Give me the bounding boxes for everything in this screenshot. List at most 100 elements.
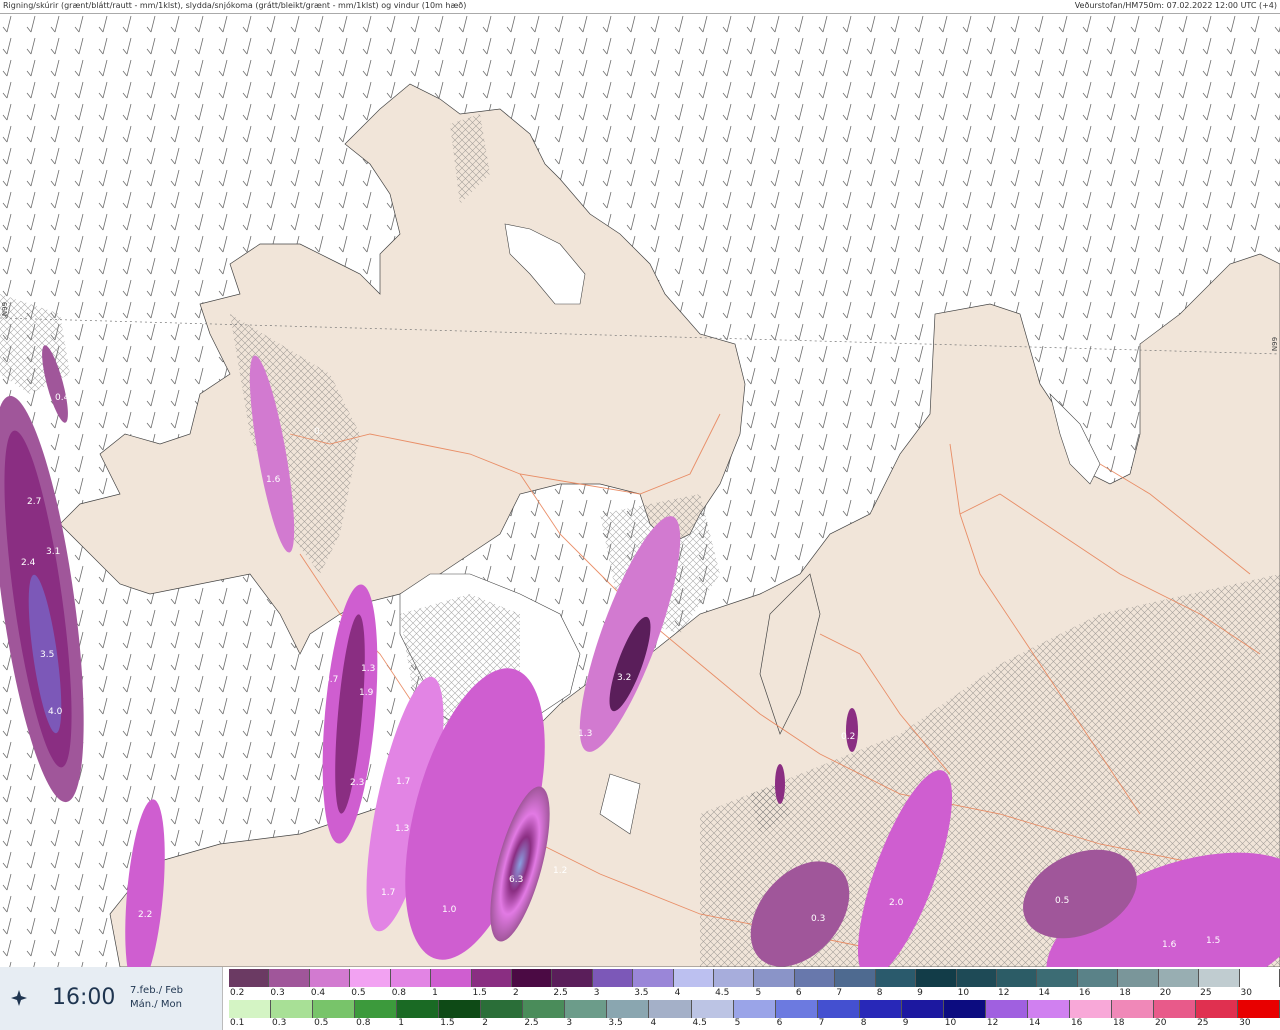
snow_scale-label: 0.4 — [310, 988, 326, 998]
rain_scale-swatch — [1111, 1000, 1155, 1018]
precip-label: 1.2 — [553, 866, 567, 876]
rain_scale-swatch — [1154, 1000, 1197, 1018]
snow_scale-swatch — [269, 969, 310, 987]
rain-color-scale — [229, 1000, 1280, 1018]
snow_scale-label: 1.5 — [472, 988, 487, 998]
map-canvas: 0.4 0. 2.7 3.1 2.4 3.5 4.0 1.6 1.3 0.7 1… — [0, 14, 1280, 1016]
precip-label: 0.5 — [1055, 896, 1069, 906]
snow_scale-swatch — [229, 969, 270, 987]
rain_scale-label: 12 — [986, 1018, 999, 1028]
model-run-info: Veðurstofan/HM750m: 07.02.2022 12:00 UTC… — [1074, 1, 1277, 10]
snow_scale-swatch — [997, 969, 1038, 987]
snow_scale-label: 4 — [674, 988, 681, 998]
snow_scale-swatch — [673, 969, 715, 987]
snow_scale-label: 1 — [432, 988, 438, 998]
rain_scale-swatch — [985, 1000, 1028, 1018]
rain_scale-swatch — [817, 1000, 860, 1018]
snow_scale-label: 2 — [512, 988, 519, 998]
precip-label: 0.4 — [55, 393, 70, 403]
rain_scale-swatch — [565, 1000, 608, 1018]
precip-label: 1.6 — [266, 475, 281, 485]
snow_scale-label: 25 — [1200, 988, 1212, 998]
precip-label: 1.9 — [359, 688, 374, 698]
rain_scale-swatch — [229, 1000, 272, 1018]
rain_scale-swatch — [733, 1000, 776, 1018]
snow_scale-swatch — [633, 969, 674, 987]
snow_scale-swatch — [1199, 969, 1240, 987]
snow_scale-label: 0.3 — [270, 988, 285, 998]
forecast-weekday: Mán./ Mon — [130, 999, 182, 1010]
precip-label: 0. — [314, 427, 323, 437]
side-label-left: N99 — [1, 301, 10, 317]
rain_scale-label: 4.5 — [692, 1018, 707, 1028]
rain_scale-swatch — [649, 1000, 692, 1018]
precip-label: 6.3 — [509, 875, 523, 885]
snow_scale-label: 10 — [957, 988, 970, 998]
rain_scale-label: 2.5 — [524, 1018, 539, 1028]
precip-label: 2.4 — [21, 558, 36, 568]
snow-scale-labels: 0.2 0.3 0.4 0.5 0.8 1 1.5 2 2.5 3 3.5 4 4.5 5 6 7 8 9 10 12… — [229, 988, 1280, 998]
precip-label: 2.3 — [350, 778, 364, 788]
rain_scale-label: 7 — [818, 1018, 825, 1028]
precip-label: 1.3 — [361, 664, 375, 674]
snow_scale-label: 14 — [1038, 988, 1050, 998]
snow_scale-label: 6 — [795, 988, 802, 998]
snow_scale-swatch — [511, 969, 553, 987]
snow_scale-swatch — [592, 969, 634, 987]
rain_scale-swatch — [271, 1000, 314, 1018]
precip-label: 1.7 — [381, 888, 395, 898]
precip-label: 1.3 — [395, 824, 409, 834]
precip-label: 2.0 — [889, 898, 904, 908]
forecast-date: 7.feb./ Feb — [130, 985, 183, 996]
snow_scale-label: 2.5 — [553, 988, 568, 998]
rain_scale-swatch — [775, 1000, 818, 1018]
precip-label: 3.5 — [40, 650, 54, 660]
snow_scale-swatch — [1239, 969, 1280, 987]
rain_scale-label: 2 — [482, 1018, 489, 1028]
rain_scale-swatch — [943, 1000, 986, 1018]
snow_scale-label: 16 — [1078, 988, 1091, 998]
snow_scale-label: 20 — [1159, 988, 1172, 998]
rain_scale-swatch — [523, 1000, 566, 1018]
snow_scale-label: 7 — [836, 988, 843, 998]
rain_scale-label: 20 — [1155, 1018, 1167, 1028]
snow_scale-swatch — [552, 969, 593, 987]
snow_scale-swatch — [471, 969, 512, 987]
snow_scale-swatch — [835, 969, 876, 987]
rain_scale-label: 3 — [566, 1018, 573, 1028]
precip-label: 1.7 — [396, 777, 410, 787]
snow_scale-label: 9 — [917, 988, 923, 998]
snow_scale-label: 3 — [593, 988, 600, 998]
forecast-time: 16:00 — [52, 985, 116, 1010]
rain_scale-swatch — [691, 1000, 734, 1018]
snow_scale-swatch — [794, 969, 836, 987]
map-title: Rigning/skúrir (grænt/blátt/rautt - mm/1… — [3, 1, 467, 10]
time-panel: 16:00 7.feb./ Feb Mán./ Mon — [0, 967, 223, 1030]
snow_scale-swatch — [916, 969, 957, 987]
snow_scale-label: 3.5 — [634, 988, 649, 998]
rain_scale-swatch — [1238, 1000, 1280, 1018]
snow_scale-label: 0.2 — [230, 988, 245, 998]
rain-scale-labels: 0.1 0.3 0.5 0.8 1 1.5 2 2.5 3 3.5 4 4.5 5 6 7 8 9 10 12 14 1… — [229, 1018, 1280, 1028]
precip-label: 1.5 — [1206, 936, 1220, 946]
rain_scale-label: 3.5 — [608, 1018, 623, 1028]
snow_scale-swatch — [754, 969, 795, 987]
rain_scale-label: 9 — [902, 1018, 909, 1028]
snow_scale-swatch — [956, 969, 998, 987]
rain_scale-label: 16 — [1070, 1018, 1083, 1028]
weather-map[interactable]: 0.4 0. 2.7 3.1 2.4 3.5 4.0 1.6 1.3 0.7 1… — [0, 14, 1280, 1016]
rain_scale-swatch — [481, 1000, 524, 1018]
legend-footer: 16:00 7.feb./ Feb Mán./ Mon 0.2 0.3 0.4 0.5… — [0, 967, 1280, 1030]
snow-color-scale — [229, 969, 1280, 987]
rain_scale-swatch — [313, 1000, 356, 1018]
play-arrows-icon[interactable] — [10, 989, 28, 1007]
precip-label: 0.7 — [324, 675, 338, 685]
snow_scale-label: 5 — [755, 988, 762, 998]
snow_scale-label: 4.5 — [715, 988, 730, 998]
rain_scale-label: 18 — [1112, 1018, 1125, 1028]
rain_scale-swatch — [1027, 1000, 1070, 1018]
precip-label: 3.2 — [617, 673, 631, 683]
rain_scale-label: 30 — [1239, 1018, 1251, 1028]
rain_scale-label: 1 — [398, 1018, 404, 1028]
map-header: Rigning/skúrir (grænt/blátt/rautt - mm/1… — [0, 0, 1280, 14]
